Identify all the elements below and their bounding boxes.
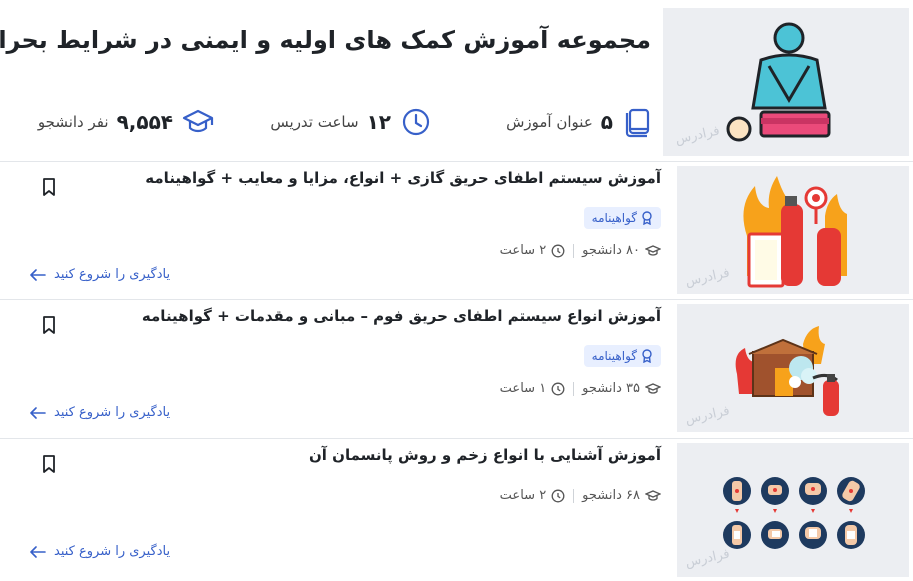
award-icon	[642, 349, 652, 363]
students-label: ۶۸ دانشجو	[582, 488, 640, 503]
graduation-cap-icon	[645, 244, 661, 256]
graduation-cap-icon	[181, 105, 215, 139]
stat-hours-number: ۱۲	[366, 110, 391, 134]
stat-hours-label: ساعت تدریس	[270, 113, 359, 131]
bookmark-icon[interactable]	[40, 315, 58, 335]
clock-icon	[551, 244, 565, 257]
clock-icon	[551, 489, 565, 502]
graduation-cap-icon	[645, 489, 661, 501]
bookmark-icon[interactable]	[40, 454, 58, 474]
course-card[interactable]: فرادرس آموزش سیستم اطفای حریق گازی + انو…	[0, 161, 913, 297]
start-learning-link[interactable]: یادگیری را شروع کنید	[30, 267, 170, 282]
clock-icon	[399, 105, 433, 139]
stat-courses: ۵ عنوان آموزش	[506, 104, 655, 140]
students-count: ۸۰ دانشجو	[582, 243, 661, 258]
page-title: مجموعه آموزش کمک های اولیه و ایمنی در شر…	[0, 26, 651, 54]
students-count: ۳۵ دانشجو	[582, 381, 661, 396]
duration: ۲ ساعت	[500, 243, 566, 258]
students-label: ۸۰ دانشجو	[582, 243, 640, 258]
course-thumbnail[interactable]: فرادرس	[677, 166, 909, 294]
start-learning-label: یادگیری را شروع کنید	[54, 544, 171, 559]
course-thumbnail[interactable]: فرادرس	[677, 304, 909, 432]
certificate-label: گواهینامه	[591, 211, 637, 225]
course-title[interactable]: آموزش انواع سیستم اطفای حریق فوم – مبانی…	[41, 307, 661, 325]
separator	[573, 488, 575, 503]
stat-students-number: ۹,۵۵۴	[116, 110, 173, 134]
start-learning-label: یادگیری را شروع کنید	[54, 405, 171, 420]
stat-courses-number: ۵	[600, 110, 613, 134]
stat-students-label: نفر دانشجو	[37, 113, 109, 131]
award-icon	[642, 211, 652, 225]
arrow-left-icon	[30, 545, 46, 558]
stat-hours: ۱۲ ساعت تدریس	[270, 104, 433, 140]
stat-courses-label: عنوان آموزش	[506, 113, 593, 131]
duration-label: ۱ ساعت	[499, 381, 547, 396]
course-meta: ۶۸ دانشجو ۲ ساعت	[500, 488, 661, 503]
collection-header: فرادرس مجموعه آموزش کمک های اولیه و ایمن…	[0, 0, 913, 160]
certificate-badge: گواهینامه	[583, 345, 661, 367]
course-card[interactable]: فرادرس آموزش آشنایی با انواع زخم و روش پ…	[0, 438, 913, 577]
course-title[interactable]: آموزش آشنایی با انواع زخم و روش پانسمان …	[41, 446, 661, 464]
duration: ۲ ساعت	[500, 488, 566, 503]
certificate-badge: گواهینامه	[583, 207, 661, 229]
book-icon	[621, 105, 655, 139]
students-count: ۶۸ دانشجو	[582, 488, 661, 503]
course-meta: ۸۰ دانشجو ۲ ساعت	[500, 243, 661, 258]
stat-students: ۹,۵۵۴ نفر دانشجو	[38, 104, 215, 140]
start-learning-label: یادگیری را شروع کنید	[54, 267, 171, 282]
separator	[573, 381, 575, 396]
arrow-left-icon	[30, 268, 46, 281]
duration-label: ۲ ساعت	[499, 488, 547, 503]
collection-thumbnail: فرادرس	[663, 8, 909, 156]
bookmark-icon[interactable]	[40, 177, 58, 197]
arrow-left-icon	[30, 406, 46, 419]
course-title[interactable]: آموزش سیستم اطفای حریق گازی + انواع، مزا…	[41, 169, 661, 187]
course-meta: ۳۵ دانشجو ۱ ساعت	[500, 381, 661, 396]
course-card[interactable]: فرادرس آموزش انواع سیستم اطفای حریق فوم …	[0, 299, 913, 435]
clock-icon	[551, 382, 565, 395]
graduation-cap-icon	[645, 382, 661, 394]
duration-label: ۲ ساعت	[499, 243, 547, 258]
start-learning-link[interactable]: یادگیری را شروع کنید	[30, 405, 170, 420]
start-learning-link[interactable]: یادگیری را شروع کنید	[30, 544, 170, 559]
separator	[573, 243, 575, 258]
course-thumbnail[interactable]: فرادرس	[677, 443, 909, 577]
certificate-label: گواهینامه	[591, 349, 637, 363]
students-label: ۳۵ دانشجو	[582, 381, 640, 396]
duration: ۱ ساعت	[500, 381, 566, 396]
